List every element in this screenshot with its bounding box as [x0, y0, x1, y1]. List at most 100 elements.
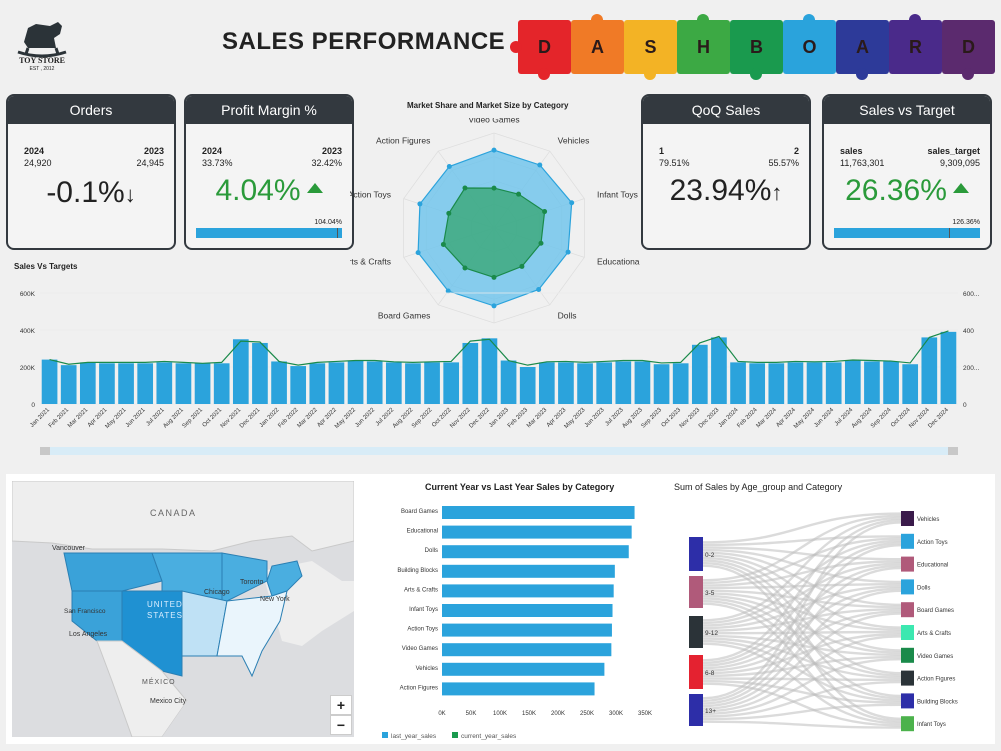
radar-point[interactable] — [462, 185, 468, 191]
radar-point[interactable] — [519, 263, 525, 269]
last-year-bar[interactable] — [442, 525, 632, 539]
sales-bar[interactable] — [156, 362, 173, 404]
sales-bar[interactable] — [60, 365, 77, 404]
sales-bar[interactable] — [271, 361, 287, 404]
sales-bar[interactable] — [424, 362, 440, 404]
sales-bar[interactable] — [79, 362, 96, 404]
zoom-in-button[interactable]: + — [330, 695, 352, 715]
sales-bar[interactable] — [443, 362, 460, 404]
radar-point[interactable] — [569, 200, 575, 206]
chart-scrollbar[interactable] — [40, 447, 958, 455]
sales-bar[interactable] — [577, 363, 593, 404]
sales-bar[interactable] — [787, 362, 804, 404]
sales-bar[interactable] — [538, 362, 555, 404]
kpi-bar-label: 104.04% — [314, 219, 342, 226]
sankey-right-node[interactable] — [901, 625, 914, 640]
sales-bar[interactable] — [806, 362, 823, 404]
last-year-bar[interactable] — [442, 623, 612, 637]
sales-bar[interactable] — [519, 367, 536, 404]
last-year-bar[interactable] — [442, 584, 614, 598]
sankey-right-node[interactable] — [901, 556, 914, 572]
last-year-bar[interactable] — [442, 506, 635, 519]
last-year-bar[interactable] — [442, 604, 613, 617]
sales-bar[interactable] — [232, 339, 249, 404]
sales-bar[interactable] — [634, 361, 651, 404]
radar-point[interactable] — [491, 185, 497, 191]
sales-bar[interactable] — [844, 360, 861, 404]
sales-bar[interactable] — [194, 363, 211, 404]
radar-point[interactable] — [565, 249, 571, 255]
radar-point[interactable] — [446, 210, 452, 216]
radar-point[interactable] — [516, 191, 522, 197]
sankey-right-node[interactable] — [901, 602, 914, 618]
scrollbar-right-handle[interactable] — [948, 447, 958, 455]
sales-bar[interactable] — [691, 344, 708, 404]
last-year-bar[interactable] — [442, 564, 615, 578]
sales-bar[interactable] — [921, 337, 938, 404]
sales-bar[interactable] — [290, 366, 307, 404]
sales-bar[interactable] — [500, 360, 517, 404]
sales-bar[interactable] — [41, 359, 58, 404]
sales-bar[interactable] — [825, 362, 842, 404]
sankey-left-node[interactable] — [689, 655, 703, 689]
sales-bar[interactable] — [99, 363, 115, 404]
map[interactable]: CANADA Vancouver Toronto Chicago New York San… — [12, 481, 354, 737]
sales-bar[interactable] — [749, 363, 766, 404]
sankey-right-node[interactable] — [901, 670, 914, 686]
sales-bar[interactable] — [309, 363, 326, 404]
sankey-right-node[interactable] — [901, 716, 914, 732]
sales-bar[interactable] — [405, 363, 421, 404]
sankey-right-node[interactable] — [901, 533, 914, 549]
sales-bar[interactable] — [252, 342, 268, 404]
sankey-right-node[interactable] — [901, 647, 914, 663]
x-tick-label: Sep 2021 — [182, 407, 205, 430]
radar-point[interactable] — [446, 164, 452, 170]
sales-bar[interactable] — [730, 362, 746, 404]
radar-point[interactable] — [417, 201, 423, 207]
radar-point[interactable] — [542, 209, 548, 215]
sankey-right-node[interactable] — [901, 511, 914, 526]
sales-bar[interactable] — [615, 361, 632, 404]
sales-bar[interactable] — [347, 360, 364, 404]
last-year-bar[interactable] — [442, 643, 612, 657]
sales-bar[interactable] — [385, 362, 402, 404]
sales-bar[interactable] — [213, 363, 230, 404]
last-year-bar[interactable] — [442, 682, 595, 696]
radar-point[interactable] — [440, 241, 446, 247]
sankey-left-node[interactable] — [689, 616, 703, 648]
radar-point[interactable] — [538, 240, 544, 246]
sales-bar[interactable] — [883, 361, 899, 404]
sankey-left-node[interactable] — [689, 576, 703, 608]
radar-point[interactable] — [491, 147, 497, 153]
radar-point[interactable] — [462, 265, 468, 271]
sales-bar[interactable] — [864, 361, 880, 404]
last-year-bar[interactable] — [442, 662, 605, 676]
legend-label[interactable]: current_year_sales — [461, 733, 517, 740]
last-year-bar[interactable] — [442, 545, 629, 559]
sales-bar[interactable] — [558, 362, 574, 404]
sales-bar[interactable] — [328, 362, 345, 404]
sales-bar[interactable] — [768, 363, 785, 404]
sankey-right-node[interactable] — [901, 579, 914, 595]
sales-bar[interactable] — [902, 364, 919, 404]
zoom-out-button[interactable]: − — [330, 715, 352, 735]
sales-bar[interactable] — [118, 363, 134, 404]
sankey-right-node[interactable] — [901, 693, 914, 709]
scrollbar-left-handle[interactable] — [40, 447, 50, 455]
sales-bar[interactable] — [462, 342, 479, 404]
sales-bar[interactable] — [672, 363, 689, 404]
sales-bar[interactable] — [366, 361, 383, 404]
sales-bar[interactable] — [711, 337, 727, 404]
sales-bar[interactable] — [940, 331, 957, 404]
sankey-left-node[interactable] — [689, 537, 703, 571]
sales-bar[interactable] — [137, 363, 154, 404]
sales-bar[interactable] — [175, 363, 192, 404]
sankey-left-node[interactable] — [689, 694, 703, 726]
sales-bar[interactable] — [481, 338, 498, 404]
legend-label[interactable]: last_year_sales — [391, 733, 437, 740]
sankey-link[interactable] — [702, 677, 902, 681]
sales-bar[interactable] — [596, 362, 613, 404]
radar-point[interactable] — [537, 162, 543, 168]
sales-bar[interactable] — [653, 364, 670, 404]
radar-point[interactable] — [415, 250, 421, 256]
